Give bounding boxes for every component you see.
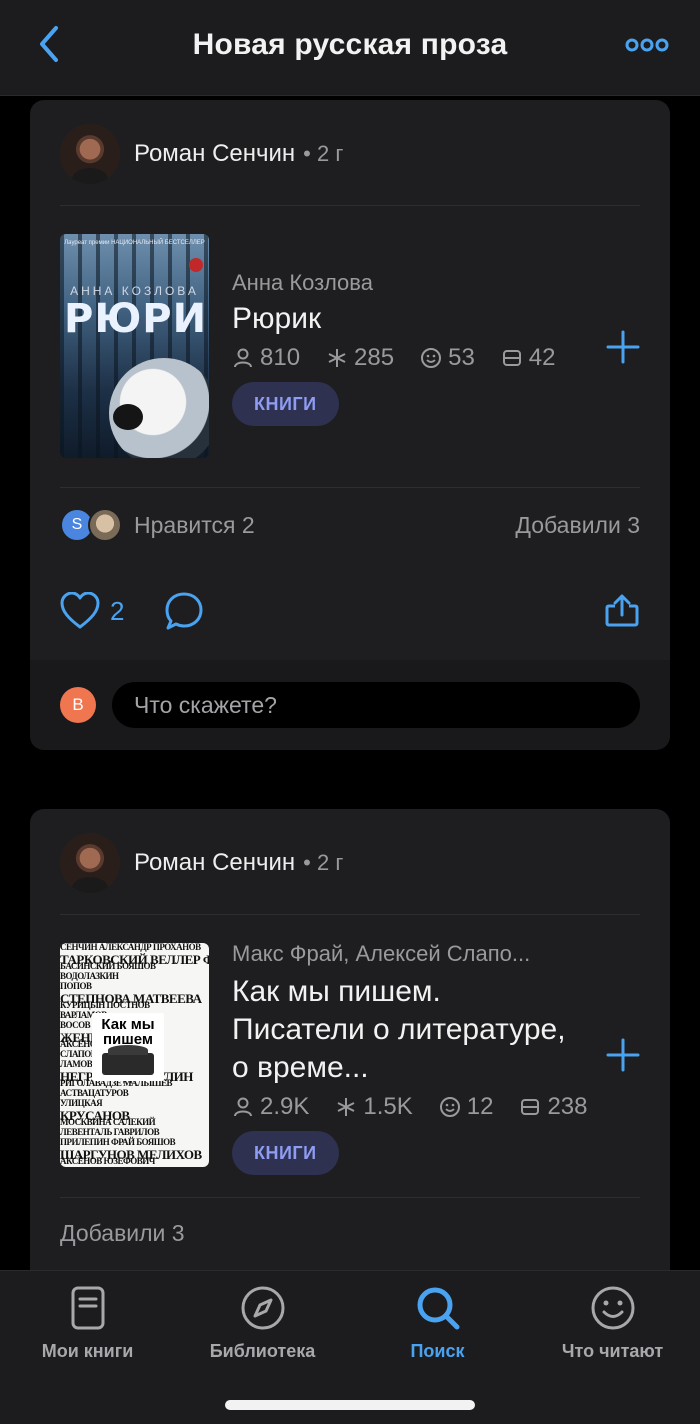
- cover-author-line: ВОДОЛАЗКИН: [60, 971, 119, 982]
- post-author[interactable]: Роман Сенчин • 2 г: [60, 833, 343, 893]
- cover-author-line: КУРИЦЫН ПОСТНОВ: [60, 1000, 150, 1011]
- avatar[interactable]: [60, 124, 120, 184]
- post-author[interactable]: Роман Сенчин • 2 г: [60, 124, 343, 184]
- tab-trending[interactable]: Что читают: [525, 1285, 700, 1362]
- comment-input[interactable]: Что скажете?: [112, 682, 640, 728]
- readers-count: 2.9K: [260, 1093, 310, 1120]
- plus-icon[interactable]: [606, 1038, 640, 1072]
- typewriter-icon: [102, 1045, 154, 1075]
- readers-icon: [234, 1097, 252, 1117]
- page-title: Новая русская проза: [192, 28, 508, 61]
- heart-icon[interactable]: [60, 592, 100, 630]
- liker-avatar[interactable]: [88, 508, 122, 542]
- readers-icon: [234, 348, 252, 368]
- smiley-icon: [591, 1286, 634, 1330]
- post-card: Роман Сенчин • 2 г Лауреат премии НАЦИОН…: [30, 100, 670, 750]
- ellipsis-icon[interactable]: [624, 28, 670, 62]
- post-actions: 2: [60, 589, 640, 633]
- category-tag[interactable]: КНИГИ: [232, 1131, 339, 1175]
- divider: [60, 487, 640, 488]
- tab-label: Что читают: [561, 1341, 664, 1361]
- book-icon: [71, 1286, 104, 1330]
- book-cover[interactable]: Лауреат премии НАЦИОНАЛЬНЫЙ БЕСТСЕЛЛЕР А…: [60, 234, 209, 458]
- cover-author-line: ЛЕВЕНТАЛЬ ГАВРИЛОВ: [60, 1127, 160, 1138]
- book-author[interactable]: Макс Фрай, Алексей Слапо...: [232, 941, 580, 967]
- search-icon: [417, 1287, 459, 1330]
- likes-text[interactable]: Нравится 2: [134, 512, 255, 539]
- quotes-icon: [328, 349, 346, 367]
- book-info[interactable]: Анна Козлова Рюрик 810 285 53 42 КНИГИ: [232, 270, 580, 426]
- book-stats: 810 285 53 42: [232, 344, 580, 372]
- comment-icon[interactable]: [164, 591, 204, 631]
- quotes-count: 1.5K: [363, 1093, 413, 1120]
- share-icon[interactable]: [604, 594, 640, 628]
- cover-author-line: УЛИЦКАЯ: [60, 1097, 103, 1108]
- shelves-count: 42: [528, 344, 556, 371]
- added-text[interactable]: Добавили 3: [515, 512, 640, 539]
- impressions-icon: [421, 348, 442, 368]
- likes-summary[interactable]: S Нравится 2 Добавили 3: [60, 505, 640, 545]
- author-name[interactable]: Роман Сенчин: [134, 140, 295, 168]
- tab-label: Библиотека: [209, 1341, 316, 1361]
- shelves-icon: [502, 350, 521, 366]
- tab-library[interactable]: Библиотека: [175, 1285, 350, 1362]
- book-title[interactable]: Как мы пишем. Писатели о литературе, о в…: [232, 973, 580, 1087]
- added-text[interactable]: Добавили 3: [60, 1220, 185, 1247]
- cover-title: Как мы пишем: [101, 1016, 155, 1048]
- impressions-count: 12: [466, 1093, 494, 1120]
- cover-author-line: СЕНЧИН АЛЕКСАНДР ПРОХАНОВ: [60, 943, 201, 952]
- post-time: • 2 г: [303, 850, 344, 875]
- cover-author-line: ПОПОВ: [60, 980, 92, 991]
- impressions-icon: [439, 1097, 460, 1117]
- impressions-count: 53: [448, 344, 475, 371]
- cover-author-line: АКСЁНОВ ЮЗЕФОВИЧ: [60, 1156, 155, 1167]
- divider: [60, 1197, 640, 1198]
- compass-icon: [241, 1286, 284, 1330]
- book-info[interactable]: Макс Фрай, Алексей Слапо... Как мы пишем…: [232, 941, 588, 1175]
- avatar[interactable]: [60, 833, 120, 893]
- quotes-icon: [337, 1098, 355, 1116]
- user-avatar: B: [60, 687, 96, 723]
- plus-icon[interactable]: [606, 330, 640, 364]
- cover-author-line: ПРИЛЕПИН ФРАЙ БОЯШОВ: [60, 1136, 176, 1147]
- book-author[interactable]: Анна Козлова: [232, 270, 580, 296]
- book-title[interactable]: Рюрик: [232, 300, 580, 338]
- quotes-count: 285: [354, 344, 395, 371]
- tab-label: Мои книги: [41, 1341, 134, 1361]
- cover-author-line: БАСИНСКИЙ БОЯШОВ: [60, 961, 156, 972]
- author-name[interactable]: Роман Сенчин: [134, 849, 295, 877]
- home-indicator: [225, 1400, 475, 1410]
- cover-award: Лауреат премии НАЦИОНАЛЬНЫЙ БЕСТСЕЛЛЕР: [64, 240, 205, 246]
- post-time: • 2 г: [303, 141, 344, 166]
- shelves-icon: [521, 1099, 540, 1115]
- like-count: 2: [110, 595, 125, 626]
- tab-my-books[interactable]: Мои книги: [0, 1285, 175, 1362]
- comment-bar: B Что скажете?: [30, 660, 670, 750]
- tab-search[interactable]: Поиск: [350, 1285, 525, 1362]
- post-card: Роман Сенчин • 2 г СЕНЧИН АЛЕКСАНДР ПРОХ…: [30, 809, 670, 1329]
- divider: [60, 205, 640, 206]
- top-bar: Новая русская проза: [0, 0, 700, 96]
- readers-count: 810: [260, 344, 301, 371]
- book-stats: 2.9K 1.5K 12 238: [232, 1093, 588, 1121]
- book-cover[interactable]: СЕНЧИН АЛЕКСАНДР ПРОХАНОВ ТАРКОВСКИЙ ВЕЛЛ…: [60, 943, 209, 1167]
- category-tag[interactable]: КНИГИ: [232, 382, 339, 426]
- tab-label: Поиск: [410, 1341, 465, 1361]
- shelves-count: 238: [547, 1093, 588, 1120]
- divider: [60, 914, 640, 915]
- cover-author-line: МОСКВИНА САЛЕКИЙ: [60, 1117, 156, 1128]
- cover-title: РЮРИК: [64, 296, 209, 342]
- cover-author-line: АСТВАЦАТУРОВ: [60, 1088, 129, 1099]
